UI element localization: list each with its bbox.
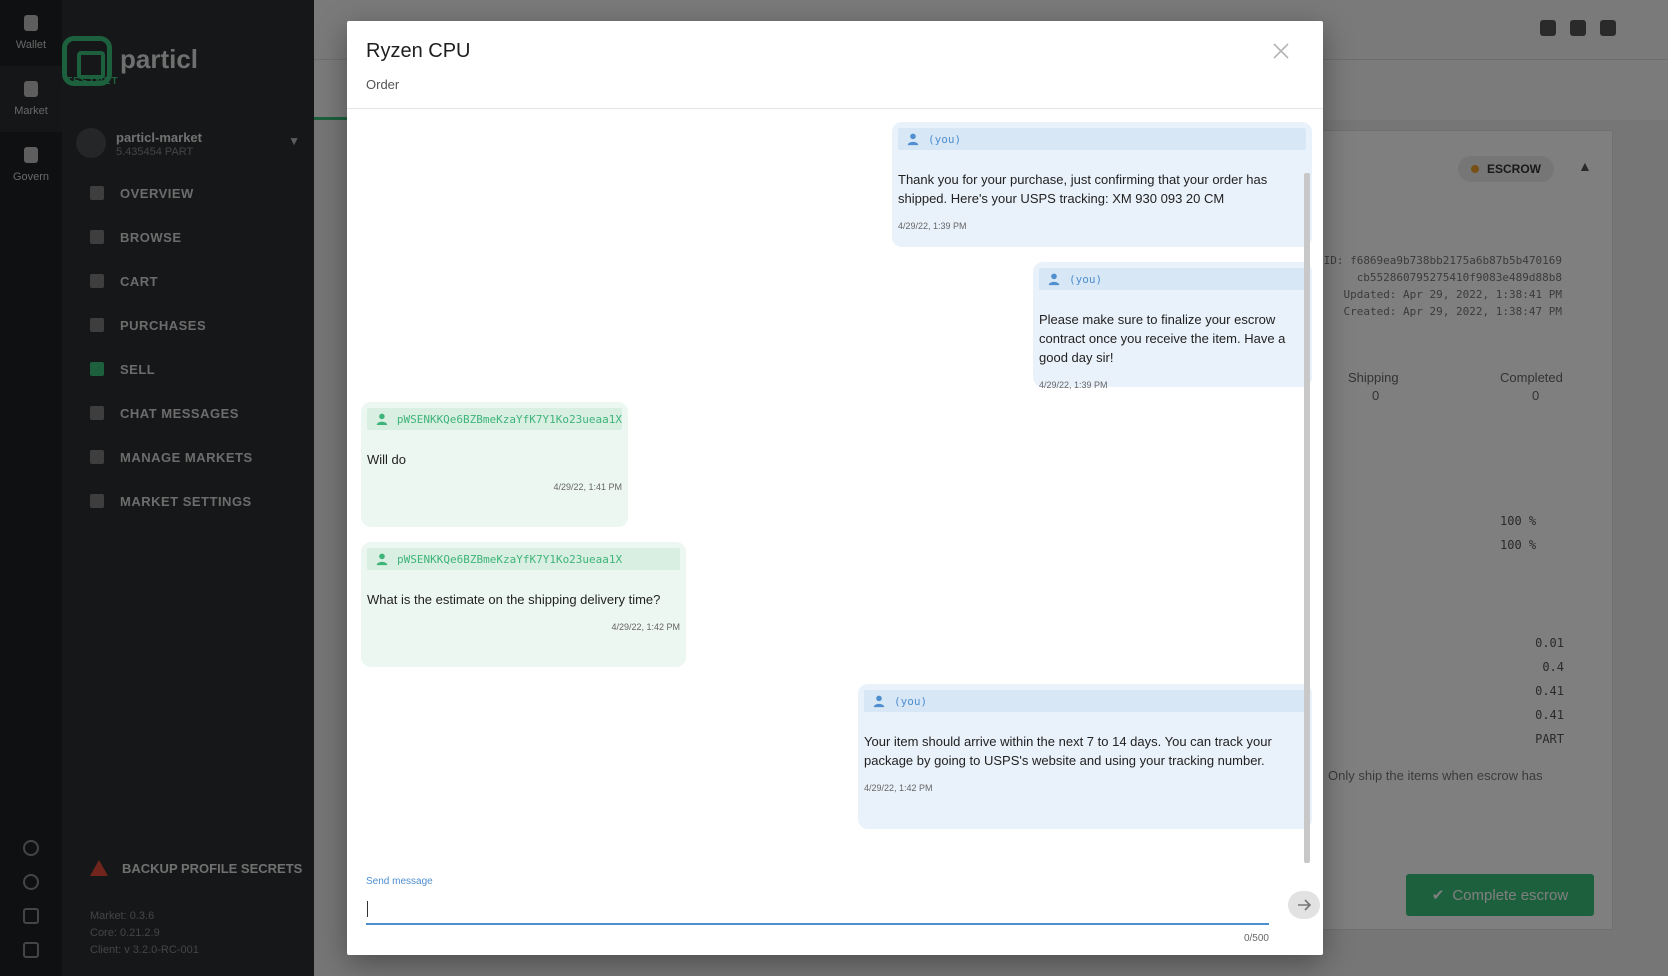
message-item: (you) Thank you for your purchase, just … (892, 122, 1312, 247)
char-counter: 0/500 (1243, 933, 1269, 944)
user-icon (873, 695, 885, 708)
message-text: What is the estimate on the shipping del… (367, 592, 661, 607)
message-input[interactable] (366, 893, 1269, 925)
message-scrollbar[interactable] (1304, 173, 1310, 863)
message-author: (you) (1039, 268, 1306, 290)
text-caret (367, 901, 368, 917)
user-icon (376, 413, 388, 426)
message-author: pWSENKKQe6BZBmeKzaYfK7Y1Ko23ueaa1X (367, 548, 680, 570)
message-text: Will do (367, 452, 407, 467)
message-timestamp: 4/29/22, 1:41 PM (553, 482, 622, 492)
message-text: Thank you for your purchase, just confir… (898, 172, 1268, 206)
composer-label: Send message (366, 876, 433, 887)
dialog-header: Ryzen CPU Order (347, 21, 1323, 109)
message-timestamp: 4/29/22, 1:42 PM (864, 783, 933, 793)
message-list[interactable]: (you) Thank you for your purchase, just … (361, 122, 1312, 862)
message-timestamp: 4/29/22, 1:39 PM (1039, 380, 1108, 390)
chat-dialog: Ryzen CPU Order (you) Thank you for your… (347, 21, 1323, 955)
message-item: (you) Please make sure to finalize your … (1033, 262, 1312, 390)
close-icon[interactable] (1269, 39, 1293, 63)
message-author: (you) (864, 690, 1306, 712)
message-author: (you) (898, 128, 1306, 150)
arrow-right-icon (1298, 899, 1312, 911)
message-timestamp: 4/29/22, 1:42 PM (611, 622, 680, 632)
message-text: Your item should arrive within the next … (864, 734, 1272, 768)
message-timestamp: 4/29/22, 1:39 PM (898, 221, 967, 231)
user-icon (376, 553, 388, 566)
dialog-title: Ryzen CPU (366, 40, 471, 62)
user-icon (1048, 273, 1060, 286)
user-icon (907, 133, 919, 146)
dialog-subtitle: Order (366, 77, 400, 92)
message-composer: Send message 0/500 (366, 871, 1320, 944)
message-item: pWSENKKQe6BZBmeKzaYfK7Y1Ko23ueaa1X What … (361, 542, 686, 667)
message-item: (you) Your item should arrive within the… (858, 684, 1312, 829)
send-button[interactable] (1288, 891, 1320, 919)
message-item: pWSENKKQe6BZBmeKzaYfK7Y1Ko23ueaa1X Will … (361, 402, 628, 527)
message-text: Please make sure to finalize your escrow… (1039, 312, 1286, 365)
message-author: pWSENKKQe6BZBmeKzaYfK7Y1Ko23ueaa1X (367, 408, 622, 430)
